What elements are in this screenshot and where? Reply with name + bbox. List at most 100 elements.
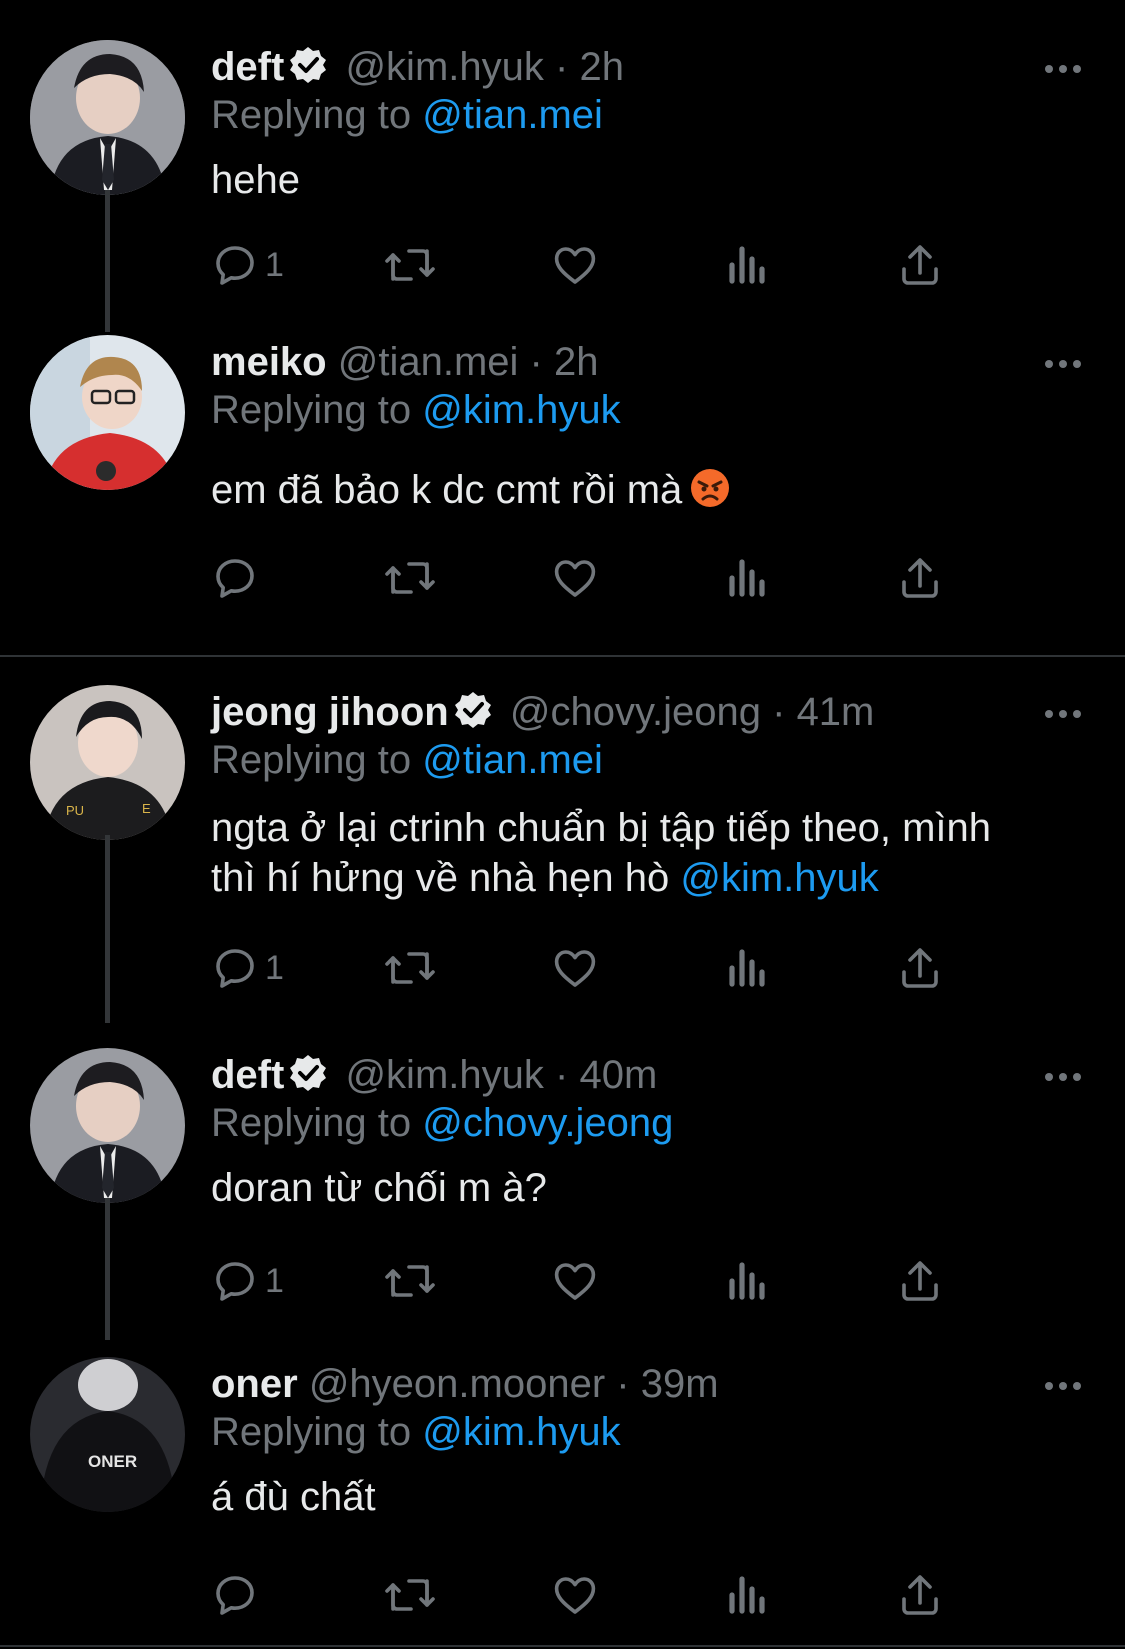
share-icon [896, 1257, 944, 1305]
display-name[interactable]: oner [211, 1362, 298, 1406]
reply-icon [211, 944, 259, 992]
like-button[interactable] [551, 235, 599, 295]
retweet-icon [383, 1257, 437, 1305]
avatar[interactable]: ONER [30, 1357, 185, 1512]
share-button[interactable] [896, 938, 944, 998]
verified-badge-icon [288, 45, 328, 85]
views-icon [726, 1257, 770, 1305]
display-name[interactable]: deft [211, 45, 284, 89]
retweet-icon [383, 1571, 437, 1619]
reply-button[interactable]: 1 [211, 1251, 284, 1311]
views-button[interactable] [726, 1251, 770, 1311]
handle[interactable]: @hyeon.mooner [309, 1362, 605, 1406]
timestamp[interactable]: 39m [641, 1362, 719, 1406]
thread-line [105, 190, 110, 332]
more-icon[interactable] [1041, 1361, 1085, 1391]
mention-link[interactable]: @tian.mei [422, 738, 603, 782]
mention-link[interactable]: @kim.hyuk [680, 856, 878, 900]
views-button[interactable] [726, 235, 770, 295]
share-button[interactable] [896, 1565, 944, 1625]
more-icon[interactable] [1041, 44, 1085, 74]
retweet-button[interactable] [383, 548, 437, 608]
reply-count: 1 [265, 1261, 284, 1300]
handle[interactable]: @tian.mei [338, 340, 519, 384]
avatar[interactable] [30, 1048, 185, 1203]
replying-to: Replying to @kim.hyuk [211, 385, 621, 435]
views-button[interactable] [726, 938, 770, 998]
display-name[interactable]: jeong jihoon [211, 690, 449, 734]
reply-button[interactable] [211, 1565, 265, 1625]
like-button[interactable] [551, 1251, 599, 1311]
tweet-text-content: em đã bảo k dc cmt rồi mà [211, 468, 683, 512]
replying-label: Replying to [211, 388, 423, 432]
retweet-icon [383, 241, 437, 289]
avatar[interactable] [30, 40, 185, 195]
retweet-button[interactable] [383, 235, 437, 295]
tweet-text: ngta ở lại ctrinh chuẩn bị tập tiếp theo… [211, 803, 1091, 903]
timestamp[interactable]: 2h [579, 45, 624, 89]
avatar[interactable]: PU E [30, 685, 185, 840]
verified-badge-icon [288, 1053, 328, 1093]
like-button[interactable] [551, 1565, 599, 1625]
tweet-text: doran từ chối m à? [211, 1166, 547, 1210]
tweet-header: oner @hyeon.mooner · 39m [211, 1359, 1031, 1409]
action-bar: 1 [211, 938, 1031, 998]
mention-link[interactable]: @kim.hyuk [422, 388, 620, 432]
handle[interactable]: @kim.hyuk [345, 1053, 543, 1097]
share-button[interactable] [896, 548, 944, 608]
reply-count: 1 [265, 948, 284, 987]
thread-line [105, 1198, 110, 1340]
mention-link[interactable]: @tian.mei [422, 93, 603, 137]
share-button[interactable] [896, 1251, 944, 1311]
like-button[interactable] [551, 548, 599, 608]
display-name[interactable]: deft [211, 1053, 284, 1097]
retweet-button[interactable] [383, 1251, 437, 1311]
timestamp[interactable]: 40m [579, 1053, 657, 1097]
action-bar: 1 [211, 1251, 1031, 1311]
like-icon [551, 944, 599, 992]
retweet-button[interactable] [383, 1565, 437, 1625]
share-icon [896, 1571, 944, 1619]
share-icon [896, 554, 944, 602]
separator-dot: · [616, 1362, 630, 1406]
replying-label: Replying to [211, 1101, 423, 1145]
retweet-button[interactable] [383, 938, 437, 998]
mention-link[interactable]: @chovy.jeong [422, 1101, 673, 1145]
svg-text:PU: PU [66, 803, 84, 818]
reply-button[interactable] [211, 548, 265, 608]
verified-badge-icon [453, 690, 493, 730]
tweet-header: meiko @tian.mei · 2h [211, 337, 1031, 387]
like-icon [551, 1571, 599, 1619]
views-button[interactable] [726, 1565, 770, 1625]
avatar[interactable] [30, 335, 185, 490]
handle[interactable]: @chovy.jeong [510, 690, 761, 734]
replying-label: Replying to [211, 1410, 423, 1454]
thread-divider [0, 655, 1125, 657]
replying-label: Replying to [211, 738, 423, 782]
separator-dot: · [772, 690, 786, 734]
timestamp[interactable]: 41m [797, 690, 875, 734]
views-button[interactable] [726, 548, 770, 608]
tweet-header: deft @kim.hyuk · 40m [211, 1050, 1031, 1100]
more-icon[interactable] [1041, 1052, 1085, 1082]
more-icon[interactable] [1041, 689, 1085, 719]
tweet-text: em đã bảo k dc cmt rồi mà [211, 465, 1091, 515]
share-icon [896, 944, 944, 992]
action-bar [211, 548, 1031, 608]
share-button[interactable] [896, 235, 944, 295]
timestamp[interactable]: 2h [554, 340, 599, 384]
handle[interactable]: @kim.hyuk [345, 45, 543, 89]
avatar-jersey-text: ONER [88, 1452, 137, 1471]
separator-dot: · [555, 1053, 569, 1097]
thread-line [105, 835, 110, 1023]
share-icon [896, 241, 944, 289]
replying-to: Replying to @kim.hyuk [211, 1407, 621, 1457]
reply-button[interactable]: 1 [211, 938, 284, 998]
mention-link[interactable]: @kim.hyuk [422, 1410, 620, 1454]
display-name[interactable]: meiko [211, 340, 327, 384]
more-icon[interactable] [1041, 339, 1085, 369]
reply-button[interactable]: 1 [211, 235, 284, 295]
tweet-header: jeong jihoon @chovy.jeong · 41m [211, 687, 1031, 737]
like-button[interactable] [551, 938, 599, 998]
replying-label: Replying to [211, 93, 423, 137]
